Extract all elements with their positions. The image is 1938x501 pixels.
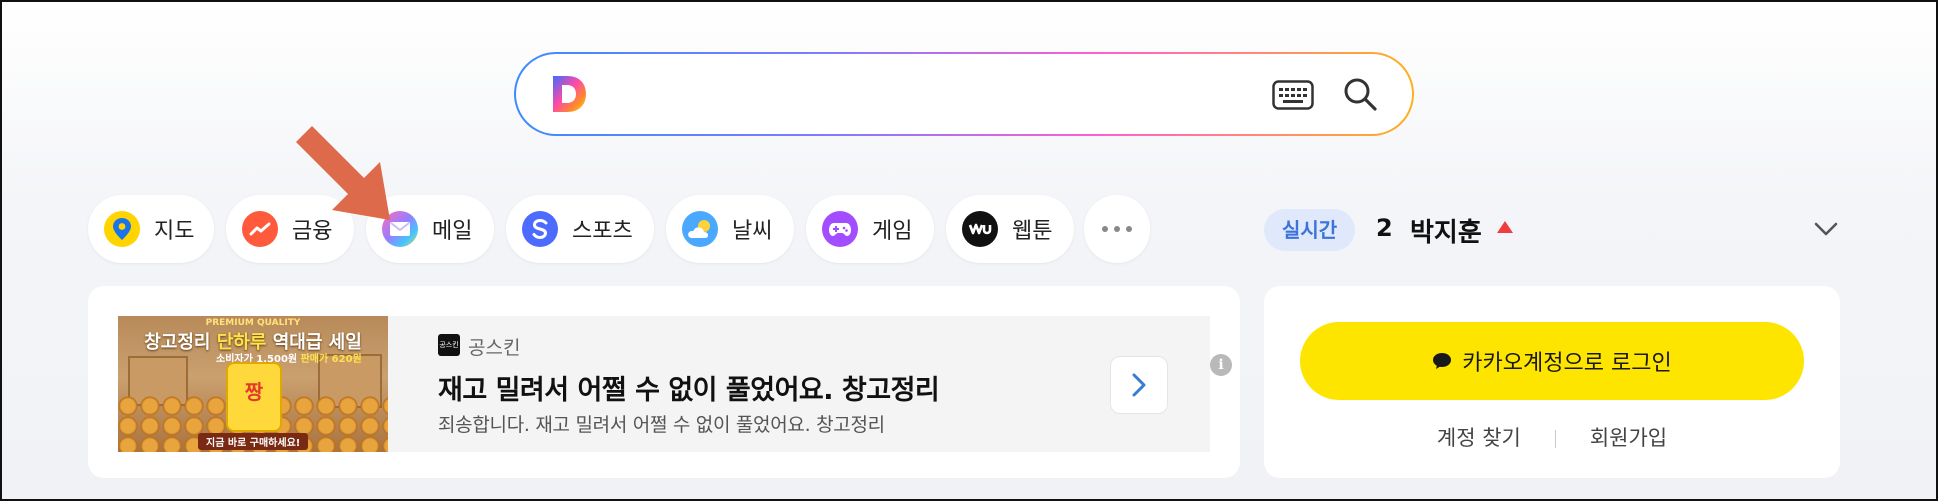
signup-link[interactable]: 회원가입 (1590, 426, 1667, 450)
game-controller-icon (822, 211, 858, 247)
service-game[interactable]: 게임 (806, 195, 934, 263)
realtime-rank: 2 (1376, 214, 1393, 242)
ad-brand: 공스킨 (468, 337, 521, 359)
ad-info-icon[interactable]: i (1210, 354, 1232, 376)
webtoon-icon (962, 211, 998, 247)
search-icon[interactable] (1342, 76, 1378, 112)
map-pin-icon (104, 211, 140, 247)
ad-panel: PREMIUM QUALITY 창고정리 단하루 역대급 세일 소비자가 1,5… (88, 286, 1240, 478)
service-label: 스포츠 (572, 219, 633, 244)
service-map[interactable]: 지도 (88, 195, 214, 263)
brand-logo: 공스킨 (438, 334, 460, 356)
service-label: 웹툰 (1012, 219, 1053, 244)
service-label: 지도 (154, 219, 195, 244)
ad-description[interactable]: 죄송합니다. 재고 밀려서 어쩔 수 없이 풀었어요. 창고정리 (438, 410, 885, 437)
service-sports[interactable]: 스포츠 (506, 195, 654, 263)
ad-image-cta: 지금 바로 구매하세요! (198, 433, 309, 450)
keyboard-icon[interactable] (1272, 80, 1314, 110)
sports-icon (522, 211, 558, 247)
more-services-button[interactable] (1084, 195, 1150, 263)
ad-title[interactable]: 재고 밀려서 어쩔 수 없이 풀었어요. 창고정리 (438, 368, 940, 407)
annotation-arrow-icon (296, 126, 390, 220)
realtime-badge[interactable]: 실시간 (1264, 209, 1356, 251)
search-box (516, 54, 1412, 134)
trend-up-icon (1497, 221, 1513, 233)
search-input[interactable] (606, 70, 1206, 118)
search-bar (514, 52, 1414, 136)
finance-chart-icon (242, 211, 278, 247)
service-label: 메일 (432, 219, 473, 244)
service-label: 게임 (872, 219, 913, 244)
service-webtoon[interactable]: 웹툰 (946, 195, 1074, 263)
login-panel: 카카오계정으로 로그인 계정 찾기 회원가입 (1264, 286, 1840, 478)
chevron-right-icon (1132, 373, 1146, 397)
find-account-link[interactable]: 계정 찾기 (1437, 426, 1521, 450)
snack-bag: 짱 (226, 362, 282, 432)
ad-banner[interactable]: PREMIUM QUALITY 창고정리 단하루 역대급 세일 소비자가 1,5… (118, 316, 1232, 452)
ad-image[interactable]: PREMIUM QUALITY 창고정리 단하루 역대급 세일 소비자가 1,5… (118, 316, 388, 452)
divider (1554, 430, 1556, 448)
service-label: 날씨 (732, 219, 773, 244)
weather-cloud-icon (682, 211, 718, 247)
chevron-down-icon[interactable] (1812, 218, 1840, 240)
more-dots-icon (1102, 226, 1132, 232)
speech-bubble-icon (1433, 353, 1452, 369)
daum-logo-icon[interactable] (550, 74, 588, 114)
login-links: 계정 찾기 회원가입 (1264, 422, 1840, 452)
ad-next-button[interactable] (1110, 356, 1168, 414)
ad-image-tagline: PREMIUM QUALITY (205, 318, 301, 328)
kakao-login-label: 카카오계정으로 로그인 (1462, 351, 1672, 376)
service-weather[interactable]: 날씨 (666, 195, 794, 263)
kakao-login-button[interactable]: 카카오계정으로 로그인 (1300, 322, 1804, 400)
realtime-keyword[interactable]: 박지훈 (1410, 212, 1482, 249)
